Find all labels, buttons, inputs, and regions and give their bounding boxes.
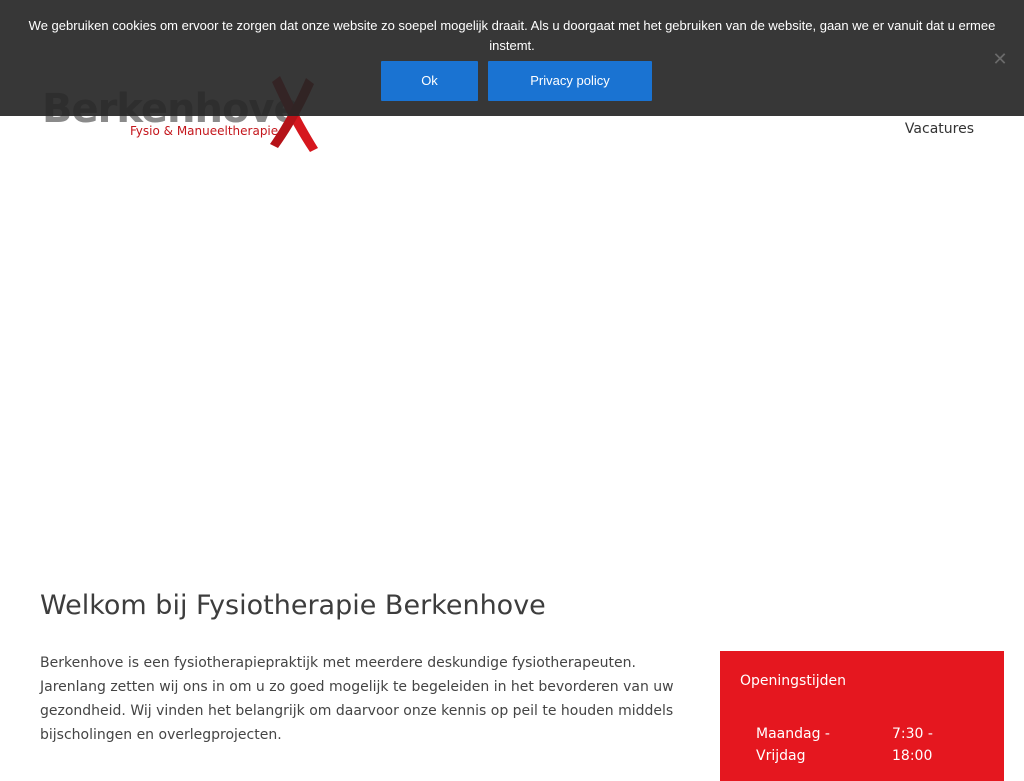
logo-tagline: Fysio & Manueeltherapie: [130, 124, 279, 138]
opening-hours-time: 7:30 - 18:00: [892, 726, 933, 764]
close-icon[interactable]: ✕: [988, 47, 1012, 71]
opening-hours-box: Openingstijden Maandag - Vrijdag 7:30 - …: [720, 651, 1004, 781]
cookie-notice: We gebruiken cookies om ervoor te zorgen…: [0, 0, 1024, 116]
nav-item-vacatures[interactable]: Vacatures: [905, 121, 974, 137]
page-title: Welkom bij Fysiotherapie Berkenhove: [40, 590, 546, 621]
opening-hours-day: Maandag - Vrijdag: [756, 726, 830, 764]
cookie-ok-button[interactable]: Ok: [381, 61, 478, 101]
intro-text: Berkenhove is een fysiotherapiepraktijk …: [40, 655, 674, 743]
opening-hours-title: Openingstijden: [740, 673, 846, 689]
privacy-policy-button[interactable]: Privacy policy: [488, 61, 652, 101]
hero-area: [0, 170, 1024, 570]
cookie-message: We gebruiken cookies om ervoor te zorgen…: [28, 18, 996, 53]
main-nav: Vacatures: [905, 120, 974, 138]
